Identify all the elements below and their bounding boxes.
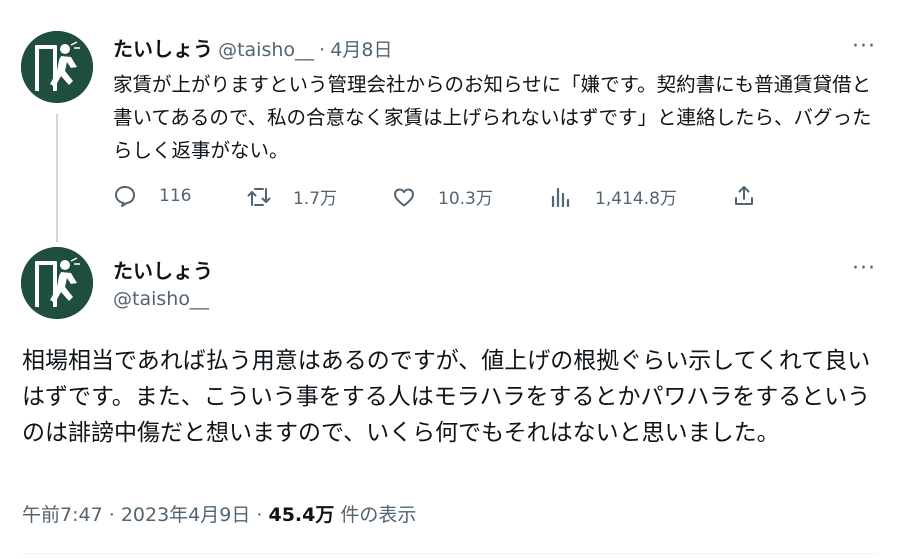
like-button[interactable]: 10.3万: [392, 184, 493, 209]
more-options-button[interactable]: ···: [852, 34, 876, 59]
more-options-button[interactable]: ···: [852, 256, 876, 281]
views-label: 件の表示: [340, 504, 417, 526]
like-count: 10.3万: [438, 189, 493, 209]
views-chart-icon: [551, 187, 570, 207]
tweet-date[interactable]: 4月8日: [330, 39, 392, 61]
tweet-text: 相場相当であれば払う用意はあるのですが、値上げの根拠ぐらい示してくれて良いはずで…: [22, 348, 871, 446]
retweet-button[interactable]: 1.7万: [247, 184, 337, 209]
share-button[interactable]: [732, 184, 778, 208]
retweet-count: 1.7万: [293, 189, 338, 209]
more-icon: ···: [852, 256, 876, 281]
views-count: 1,414.8万: [595, 189, 677, 209]
tweet-meta: 午前7:47 · 2023年4月9日 · 45.4万 件の表示: [22, 500, 416, 527]
avatar[interactable]: [21, 31, 93, 103]
tweet-time[interactable]: 午前7:47: [22, 504, 103, 526]
tweet-date[interactable]: 2023年4月9日: [121, 504, 251, 526]
reply-icon: [115, 186, 135, 207]
handle[interactable]: @taisho__: [113, 288, 209, 310]
meta-separator: ·: [108, 504, 115, 526]
thread-line: [56, 114, 58, 242]
views-button[interactable]: 1,414.8万: [549, 184, 677, 209]
avatar-running-man-icon: [21, 31, 93, 103]
display-name[interactable]: たいしょう: [113, 37, 213, 61]
reply-button[interactable]: 116: [113, 184, 191, 208]
retweet-icon: [247, 187, 271, 206]
divider: [22, 553, 878, 554]
handle[interactable]: @taisho__: [218, 39, 314, 61]
separator: ·: [319, 39, 326, 61]
display-name[interactable]: たいしょう: [113, 255, 213, 284]
avatar[interactable]: [21, 247, 93, 319]
heart-icon: [394, 188, 414, 206]
tweet-text: 家賃が上がりますという管理会社からのお知らせに「嫌です。契約書にも普通賃貸借と書…: [113, 73, 872, 162]
reply-count: 116: [159, 186, 192, 206]
tweet1-header: たいしょう @taisho__ · 4月8日: [113, 33, 392, 62]
meta-separator: ·: [256, 504, 263, 526]
avatar-running-man-icon: [21, 247, 93, 319]
more-icon: ···: [852, 34, 876, 59]
share-icon: [735, 186, 753, 205]
views-count: 45.4万: [268, 504, 335, 526]
